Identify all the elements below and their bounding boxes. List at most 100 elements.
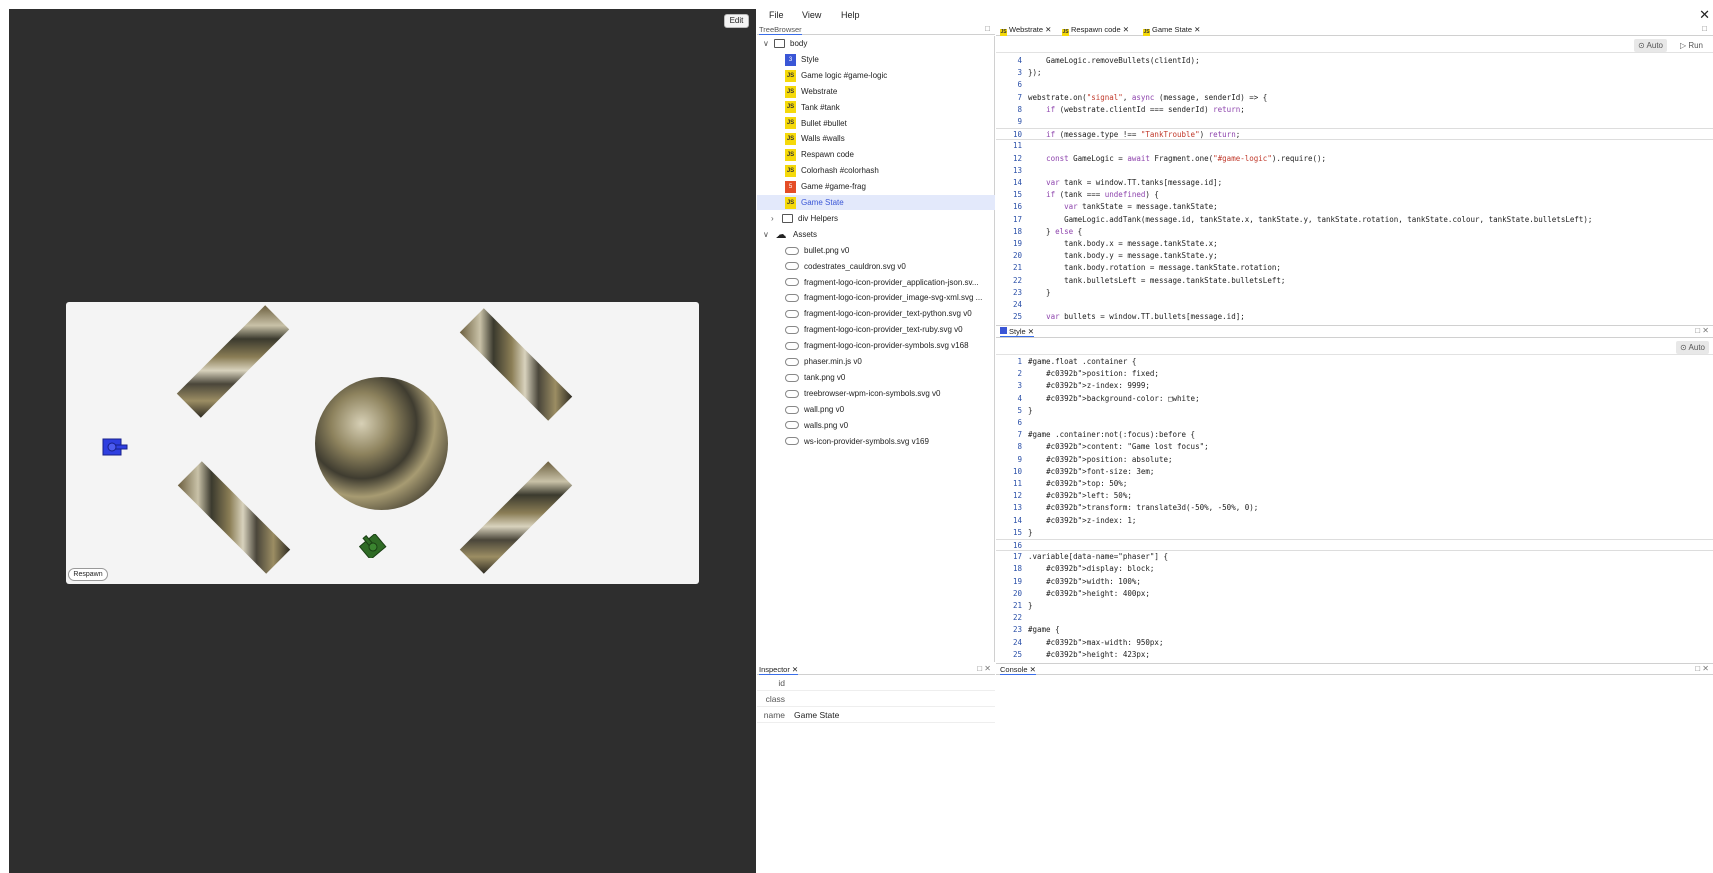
tab-style[interactable]: Style ✕ bbox=[1000, 327, 1035, 337]
code-line[interactable]: 16 bbox=[996, 539, 1713, 551]
code-editor[interactable]: 4 GameLogic.removeBullets(clientId); 3});… bbox=[996, 55, 1713, 324]
code-line[interactable]: 13 bbox=[996, 165, 1713, 177]
auto-button[interactable]: ⊙ Auto bbox=[1676, 341, 1709, 354]
code-line[interactable]: 11 bbox=[996, 140, 1713, 152]
maximize-icon[interactable]: □ bbox=[985, 24, 990, 33]
code-line[interactable]: 11 #c0392b">top: 50%; bbox=[996, 478, 1713, 490]
run-button[interactable]: ▷ Run bbox=[1676, 39, 1707, 52]
code-line[interactable]: 6 bbox=[996, 417, 1713, 429]
window-controls-icon[interactable]: □ ✕ bbox=[1695, 326, 1709, 335]
tab-respawn-code[interactable]: JS Respawn code ✕ bbox=[1062, 25, 1129, 36]
code-line[interactable]: 15 if (tank === undefined) { bbox=[996, 189, 1713, 201]
code-line[interactable]: 21} bbox=[996, 600, 1713, 612]
code-line[interactable]: 21 tank.body.rotation = message.tankStat… bbox=[996, 262, 1713, 274]
game-canvas[interactable]: Respawn bbox=[66, 302, 699, 584]
code-line[interactable]: 20 tank.body.y = message.tankState.y; bbox=[996, 250, 1713, 262]
menu-file[interactable]: File bbox=[769, 10, 784, 20]
code-line[interactable]: 3 #c0392b">z-index: 9999; bbox=[996, 380, 1713, 392]
style-editor[interactable]: 1 #game.float .container {2 #c0392b">posi… bbox=[996, 356, 1713, 662]
code-line[interactable]: 12 #c0392b">left: 50%; bbox=[996, 490, 1713, 502]
tree-item[interactable]: JS Respawn code bbox=[757, 147, 995, 162]
chevron-down-icon[interactable]: ∨ bbox=[763, 227, 771, 242]
code-line[interactable]: 7 webstrate.on("signal", async (message, … bbox=[996, 92, 1713, 104]
tree-item[interactable]: fragment-logo-icon-provider-symbols.svg … bbox=[757, 338, 995, 353]
auto-button[interactable]: ⊙ Auto bbox=[1634, 39, 1667, 52]
code-line[interactable]: 18 } else { bbox=[996, 226, 1713, 238]
tree-item[interactable]: bullet.png v0 bbox=[757, 243, 995, 258]
tree-item[interactable]: phaser.min.js v0 bbox=[757, 354, 995, 369]
tree-item[interactable]: tank.png v0 bbox=[757, 370, 995, 385]
code-line[interactable]: 25 var bullets = window.TT.bullets[messa… bbox=[996, 311, 1713, 323]
tree-item[interactable]: JS Tank #tank bbox=[757, 100, 995, 115]
respawn-button[interactable]: Respawn bbox=[68, 568, 108, 581]
code-line[interactable]: 8 #c0392b">content: "Game lost focus"; bbox=[996, 441, 1713, 453]
code-line[interactable]: 12 const GameLogic = await Fragment.one(… bbox=[996, 153, 1713, 165]
code-line[interactable]: 8 if (webstrate.clientId === senderId) r… bbox=[996, 104, 1713, 116]
window-controls-icon[interactable]: □ ✕ bbox=[977, 664, 991, 673]
code-line[interactable]: 13 #c0392b">transform: translate3d(-50%,… bbox=[996, 502, 1713, 514]
tree-item[interactable]: fragment-logo-icon-provider_application-… bbox=[757, 275, 995, 290]
tree-item[interactable]: ∨ body bbox=[757, 36, 995, 51]
maximize-icon[interactable]: □ bbox=[1702, 24, 1707, 33]
code-line[interactable]: 22 bbox=[996, 612, 1713, 624]
code-line[interactable]: 7 #game .container:not(:focus):before { bbox=[996, 429, 1713, 441]
code-line[interactable]: 10 if (message.type !== "TankTrouble") r… bbox=[996, 128, 1713, 141]
code-line[interactable]: 16 var tankState = message.tankState; bbox=[996, 201, 1713, 213]
code-line[interactable]: 4 #c0392b">background-color: □white; bbox=[996, 393, 1713, 405]
code-line[interactable]: 17 GameLogic.addTank(message.id, tankSta… bbox=[996, 214, 1713, 226]
code-line[interactable]: 1 #game.float .container { bbox=[996, 356, 1713, 368]
code-line[interactable]: 2 #c0392b">position: fixed; bbox=[996, 368, 1713, 380]
code-line[interactable]: 3}); bbox=[996, 67, 1713, 79]
code-line[interactable]: 22 tank.bulletsLeft = message.tankState.… bbox=[996, 275, 1713, 287]
tree-item[interactable]: JS Game State bbox=[757, 195, 995, 210]
code-line[interactable]: 23 } bbox=[996, 287, 1713, 299]
code-line[interactable]: 6 bbox=[996, 79, 1713, 91]
tree-item[interactable]: JS Game logic #game-logic bbox=[757, 68, 995, 83]
tree-item[interactable]: ws-icon-provider-symbols.svg v169 bbox=[757, 434, 995, 449]
tree-item[interactable]: 3 Style bbox=[757, 52, 995, 67]
code-line[interactable]: 19 #c0392b">width: 100%; bbox=[996, 576, 1713, 588]
code-line[interactable]: 14 var tank = window.TT.tanks[message.id… bbox=[996, 177, 1713, 189]
code-line[interactable]: 19 tank.body.x = message.tankState.x; bbox=[996, 238, 1713, 250]
code-line[interactable]: 15} bbox=[996, 527, 1713, 539]
tree-item[interactable]: ∨ ☁ Assets bbox=[757, 227, 995, 242]
tree-item[interactable]: › div Helpers bbox=[757, 211, 995, 226]
tree-item[interactable]: wall.png v0 bbox=[757, 402, 995, 417]
tree-item[interactable]: walls.png v0 bbox=[757, 418, 995, 433]
tree-item[interactable]: treebrowser-wpm-icon-symbols.svg v0 bbox=[757, 386, 995, 401]
tab-game-state[interactable]: JS Game State ✕ bbox=[1143, 25, 1200, 36]
code-line[interactable]: 4 GameLogic.removeBullets(clientId); bbox=[996, 55, 1713, 67]
code-line[interactable]: 9 bbox=[996, 116, 1713, 128]
tab-console[interactable]: Console ✕ bbox=[1000, 665, 1036, 675]
code-line[interactable]: 20 #c0392b">height: 400px; bbox=[996, 588, 1713, 600]
tree-item[interactable]: fragment-logo-icon-provider_text-ruby.sv… bbox=[757, 322, 995, 337]
code-line[interactable]: 14 #c0392b">z-index: 1; bbox=[996, 515, 1713, 527]
tree-item[interactable]: JS Webstrate bbox=[757, 84, 995, 99]
window-controls-icon[interactable]: □ ✕ bbox=[1695, 664, 1709, 673]
code-line[interactable]: 23 #game { bbox=[996, 624, 1713, 636]
menu-help[interactable]: Help bbox=[841, 10, 860, 20]
code-line[interactable]: 17 .variable[data-name="phaser"] { bbox=[996, 551, 1713, 563]
edit-button[interactable]: Edit bbox=[724, 14, 749, 28]
code-line[interactable]: 24 #c0392b">max-width: 950px; bbox=[996, 637, 1713, 649]
tab-treebrowser[interactable]: TreeBrowser bbox=[759, 25, 802, 35]
chevron-down-icon[interactable]: ∨ bbox=[763, 36, 771, 51]
code-line[interactable]: 9 #c0392b">position: absolute; bbox=[996, 454, 1713, 466]
close-icon[interactable]: ✕ bbox=[1699, 7, 1710, 23]
code-line[interactable]: 5} bbox=[996, 405, 1713, 417]
menu-view[interactable]: View bbox=[802, 10, 821, 20]
console-output[interactable] bbox=[996, 676, 1713, 873]
tab-inspector[interactable]: Inspector ✕ bbox=[759, 665, 799, 675]
code-line[interactable]: 24 bbox=[996, 299, 1713, 311]
tree-item[interactable]: codestrates_cauldron.svg v0 bbox=[757, 259, 995, 274]
code-line[interactable]: 10 #c0392b">font-size: 3em; bbox=[996, 466, 1713, 478]
code-line[interactable]: 18 #c0392b">display: block; bbox=[996, 563, 1713, 575]
tree-item[interactable]: fragment-logo-icon-provider_image-svg-xm… bbox=[757, 290, 995, 305]
tree-item[interactable]: 5 Game #game-frag bbox=[757, 179, 995, 194]
chevron-right-icon[interactable]: › bbox=[771, 211, 779, 226]
tree-item[interactable]: JS Bullet #bullet bbox=[757, 116, 995, 131]
tree-item[interactable]: JS Walls #walls bbox=[757, 131, 995, 146]
tree-item[interactable]: JS Colorhash #colorhash bbox=[757, 163, 995, 178]
code-line[interactable]: 25 #c0392b">height: 423px; bbox=[996, 649, 1713, 661]
tab-webstrate[interactable]: JS Webstrate ✕ bbox=[1000, 25, 1051, 36]
